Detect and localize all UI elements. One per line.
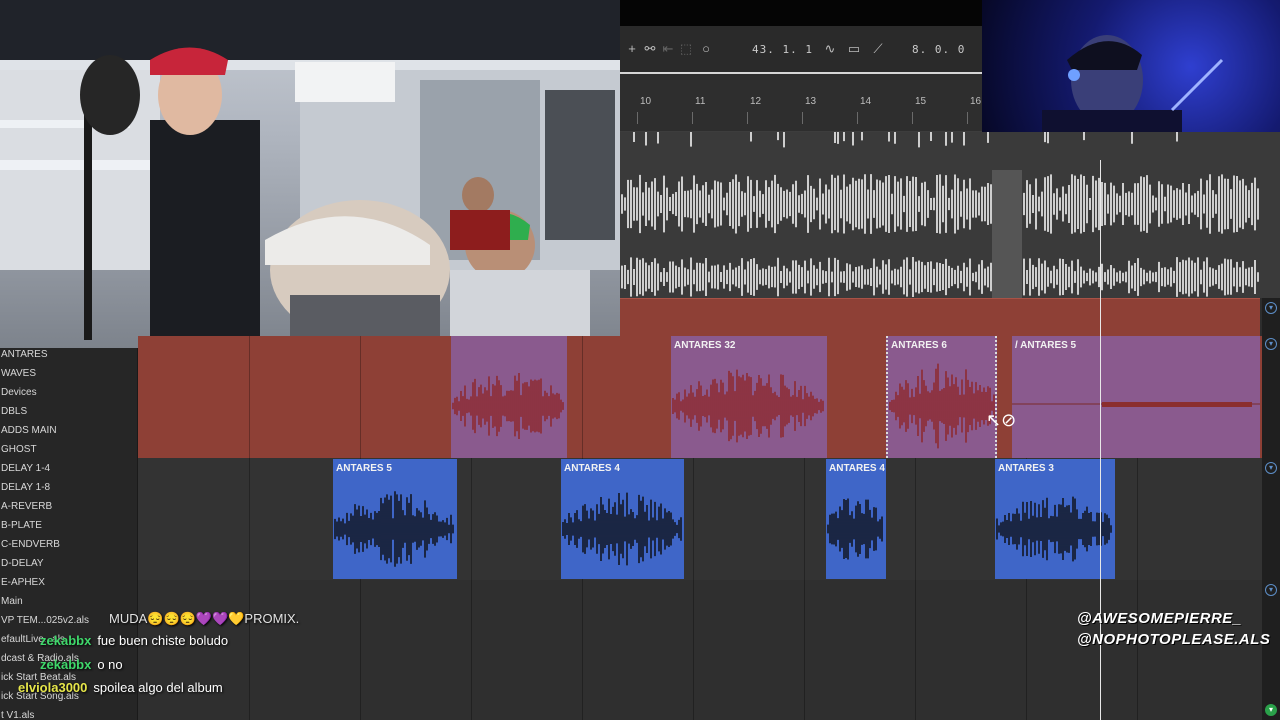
back-icon[interactable]: ⇤ — [660, 41, 676, 57]
timeline-ruler[interactable]: 10 11 12 13 14 15 16 — [620, 76, 982, 132]
curve-icon[interactable]: ∿ — [822, 41, 838, 57]
chat-message: zekabbx fue buen chiste boludo — [18, 630, 228, 652]
chat-username: elviola3000 — [18, 680, 88, 695]
chat-username: zekabbx — [40, 657, 92, 672]
audio-clip-selected[interactable]: ANTARES 6 — [886, 336, 997, 458]
ramp-icon[interactable]: ⟋ — [870, 41, 886, 57]
chevron-down-icon[interactable]: ▾ — [1265, 584, 1277, 596]
audio-clip[interactable]: ANTARES 4 — [826, 459, 886, 579]
clip-waveform — [562, 492, 682, 566]
loop-length[interactable]: 8. 0. 0 — [912, 43, 965, 56]
plus-icon[interactable]: + — [624, 41, 640, 57]
track-a-reverb[interactable]: A-REVERB — [1, 497, 137, 516]
track-delay-1-8[interactable]: DELAY 1-8 — [1, 478, 137, 497]
handle-text: @NOPHOTOPLEASE.ALS — [1077, 631, 1271, 648]
clip-detail-waveform[interactable] — [620, 132, 1280, 298]
chat-message: zekabbx o no — [18, 654, 123, 676]
clip-waveform — [889, 363, 995, 449]
clip-detail-band — [620, 298, 1260, 336]
monitor-icon[interactable]: ▭ — [846, 41, 862, 57]
chat-text: fue buen chiste boludo — [97, 633, 229, 648]
chat-text: spoilea algo del album — [93, 680, 223, 695]
audio-clip[interactable]: / ANTARES 5 — [1012, 336, 1260, 458]
track-delay-1-4[interactable]: DELAY 1-4 — [1, 459, 137, 478]
track-devices[interactable]: Devices — [1, 383, 137, 402]
ruler-tick: 12 — [746, 96, 762, 124]
chat-message: elviola3000 spoilea algo del album — [18, 677, 223, 699]
handle-text: @AWESOMEPIERRE_ — [1077, 610, 1242, 627]
track-adds-main[interactable]: ADDS MAIN — [1, 421, 137, 440]
clip-waveform — [827, 498, 883, 560]
record-icon[interactable]: ○ — [698, 41, 714, 57]
mouse-cursor-icon: ↖⊘ — [986, 410, 1017, 430]
webcam-strip — [620, 0, 982, 26]
track-waves[interactable]: WAVES — [1, 364, 137, 383]
audio-clip[interactable]: ANTARES 3 — [995, 459, 1115, 579]
expand-icon[interactable]: ▾ — [1265, 302, 1277, 314]
audio-clip[interactable]: ANTARES 4 — [561, 459, 684, 579]
stream-screen: + ⚯ ⇤ ⬚ ○ 43. 1. 1 ∿ ▭ ⟋ 8. 0. 0 10 11 1… — [0, 0, 1280, 720]
chevron-down-icon[interactable]: ▾ — [1265, 704, 1277, 716]
track-ghost[interactable]: GHOST — [1, 440, 137, 459]
audio-clip[interactable]: ANTARES 32 — [671, 336, 827, 458]
chat-text: o no — [97, 657, 123, 672]
track-d-delay[interactable]: D-DELAY — [1, 554, 137, 573]
clip-waveform — [996, 496, 1112, 562]
clip-title: ANTARES 4 — [564, 463, 620, 474]
stream-chat: MUDA😔😔😔💜💜💛PROMIX. zekabbx fue buen chiste… — [18, 608, 438, 708]
chat-text: MUDA😔😔😔💜💜💛PROMIX. — [109, 611, 300, 626]
chevron-down-icon[interactable]: ▾ — [1265, 338, 1277, 350]
chat-username: zekabbx — [40, 633, 92, 648]
track-dbls[interactable]: DBLS — [1, 402, 137, 421]
song-position[interactable]: 43. 1. 1 — [752, 43, 813, 56]
clip-waveform — [334, 491, 454, 567]
audio-clip[interactable]: ANTARES 5 — [333, 459, 457, 579]
track-e-aphex[interactable]: E-APHEX — [1, 573, 137, 592]
clip-waveform — [672, 369, 824, 443]
transport-bar: + ⚯ ⇤ ⬚ ○ 43. 1. 1 ∿ ▭ ⟋ 8. 0. 0 — [620, 26, 982, 74]
clip-title: ANTARES 3 — [998, 463, 1054, 474]
clip-waveform — [1012, 402, 1260, 407]
ruler-tick: 10 — [636, 96, 652, 124]
chevron-down-icon[interactable]: ▾ — [1265, 462, 1277, 474]
clip-waveform — [452, 372, 564, 440]
file-item[interactable]: t V1.als — [1, 706, 137, 720]
ruler-tick: 13 — [801, 96, 817, 124]
audio-clip[interactable] — [451, 336, 567, 458]
loop-icon[interactable]: ⬚ — [678, 41, 694, 57]
clip-title: ANTARES 6 — [891, 340, 947, 351]
track-antares[interactable]: ANTARES — [1, 345, 137, 364]
right-scroll-bar[interactable]: ▾ ▾ ▾ ▾ ▾ — [1262, 298, 1280, 720]
chat-message: MUDA😔😔😔💜💜💛PROMIX. — [103, 608, 299, 630]
ruler-tick: 16 — [966, 96, 982, 124]
clip-title: ANTARES 5 — [336, 463, 392, 474]
studio-webcam — [0, 0, 620, 348]
track-b-plate[interactable]: B-PLATE — [1, 516, 137, 535]
social-handles: @AWESOMEPIERRE_ @NOPHOTOPLEASE.ALS — [1077, 608, 1277, 652]
clip-title: ANTARES 4 — [829, 463, 885, 474]
clip-title: ANTARES 32 — [674, 340, 736, 351]
track-c-endverb[interactable]: C-ENDVERB — [1, 535, 137, 554]
ruler-tick: 11 — [691, 96, 706, 124]
ruler-tick: 15 — [911, 96, 927, 124]
ruler-tick: 14 — [856, 96, 872, 124]
link-icon[interactable]: ⚯ — [642, 41, 658, 57]
